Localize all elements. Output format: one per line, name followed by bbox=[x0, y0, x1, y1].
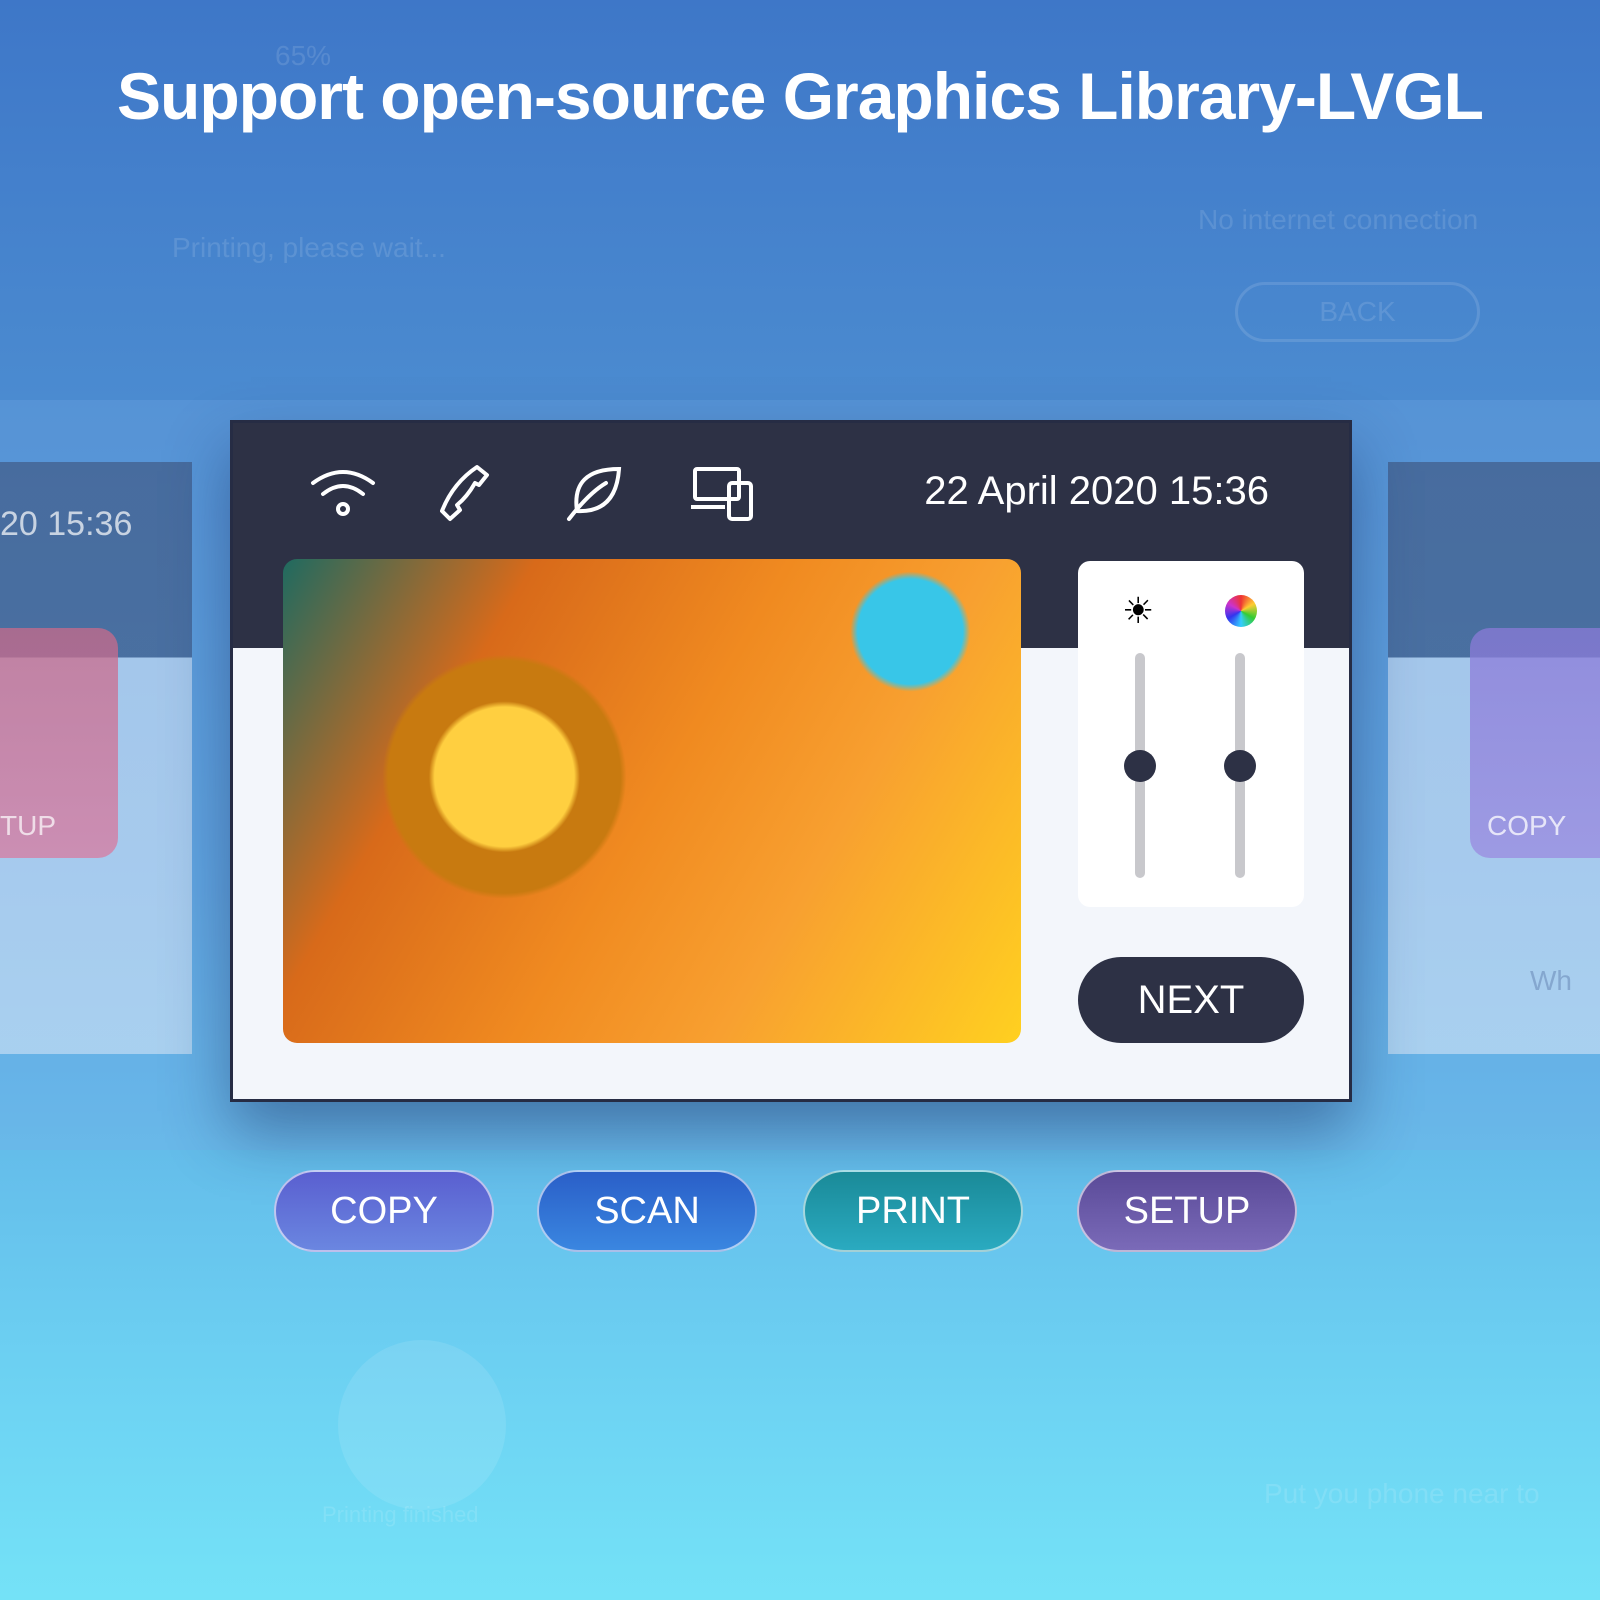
setup-button[interactable]: SETUP bbox=[1077, 1170, 1297, 1252]
bg-no-internet-text: No internet connection bbox=[1198, 204, 1479, 235]
adjustment-card: ☀ bbox=[1078, 561, 1304, 907]
bg-finished-text: Printing finished bbox=[322, 1502, 479, 1527]
brightness-slider[interactable] bbox=[1124, 653, 1156, 878]
color-wheel-icon bbox=[1225, 595, 1257, 627]
brightness-icon: ☀ bbox=[1122, 590, 1155, 631]
scan-button[interactable]: SCAN bbox=[537, 1170, 757, 1252]
artwork-image bbox=[283, 559, 1021, 1043]
bg-back-button: BACK bbox=[1235, 282, 1480, 342]
bg-check-icon bbox=[338, 1340, 506, 1510]
color-slider-knob[interactable] bbox=[1224, 749, 1256, 782]
left-time: 20 15:36 bbox=[0, 505, 133, 543]
device-screen: 22 April 2020 15:36 ☀ NEXT bbox=[230, 420, 1352, 1102]
brightness-slider-knob[interactable] bbox=[1124, 749, 1156, 782]
right-tile-label: COPY bbox=[1487, 810, 1567, 841]
devices-icon[interactable] bbox=[689, 463, 759, 528]
left-tile-label: TUP bbox=[0, 810, 56, 841]
color-slider[interactable] bbox=[1224, 653, 1256, 878]
copy-button[interactable]: COPY bbox=[274, 1170, 494, 1252]
bg-printing-text: Printing, please wait... bbox=[172, 232, 446, 263]
datetime: 22 April 2020 15:36 bbox=[924, 469, 1269, 513]
bg-phone-hint: Put you phone near to bbox=[1264, 1478, 1540, 1509]
right-text: Wh bbox=[1530, 965, 1572, 996]
leaf-icon[interactable] bbox=[561, 463, 631, 528]
print-button[interactable]: PRINT bbox=[803, 1170, 1023, 1252]
wifi-icon[interactable] bbox=[308, 463, 378, 528]
phone-icon[interactable] bbox=[433, 463, 503, 528]
next-button[interactable]: NEXT bbox=[1078, 957, 1304, 1043]
page-title: Support open-source Graphics Library-LVG… bbox=[117, 59, 1484, 133]
